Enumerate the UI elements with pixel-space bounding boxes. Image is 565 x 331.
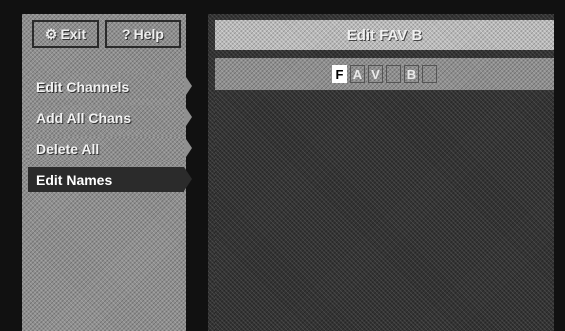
name-char-slot[interactable]: B xyxy=(404,65,419,83)
screen: ⚙ Exit ? Help Edit Channels Add All Chan… xyxy=(0,0,565,331)
left-panel: ⚙ Exit ? Help Edit Channels Add All Chan… xyxy=(22,14,192,331)
name-char-slot[interactable]: V xyxy=(368,65,383,83)
menu-item-edit-names[interactable]: Edit Names xyxy=(28,167,192,192)
exit-button[interactable]: ⚙ Exit xyxy=(32,20,99,48)
side-menu: Edit Channels Add All Chans Delete All E… xyxy=(28,74,192,198)
right-panel: Edit FAV B F A V B xyxy=(208,14,554,331)
page-title: Edit FAV B xyxy=(215,20,554,50)
name-char-slot[interactable] xyxy=(422,65,437,83)
question-icon: ? xyxy=(122,26,131,42)
help-label: Help xyxy=(133,26,164,42)
help-button[interactable]: ? Help xyxy=(105,20,181,48)
name-char-slot[interactable]: A xyxy=(350,65,365,83)
menu-item-add-all-chans[interactable]: Add All Chans xyxy=(28,105,192,130)
name-char-slot[interactable]: F xyxy=(332,65,347,83)
exit-label: Exit xyxy=(60,26,87,42)
menu-item-delete-all[interactable]: Delete All xyxy=(28,136,192,161)
menu-item-label: Edit Channels xyxy=(36,78,130,95)
menu-item-label: Delete All xyxy=(36,140,100,157)
page-title-text: Edit FAV B xyxy=(346,26,423,44)
name-char-slot[interactable] xyxy=(386,65,401,83)
menu-item-edit-channels[interactable]: Edit Channels xyxy=(28,74,192,99)
name-editor: F A V B xyxy=(215,58,554,90)
menu-item-label: Edit Names xyxy=(36,171,113,188)
editor-body xyxy=(215,90,554,331)
top-buttons: ⚙ Exit ? Help xyxy=(32,20,181,48)
menu-item-label: Add All Chans xyxy=(36,109,132,126)
remote-icon: ⚙ xyxy=(44,26,58,42)
